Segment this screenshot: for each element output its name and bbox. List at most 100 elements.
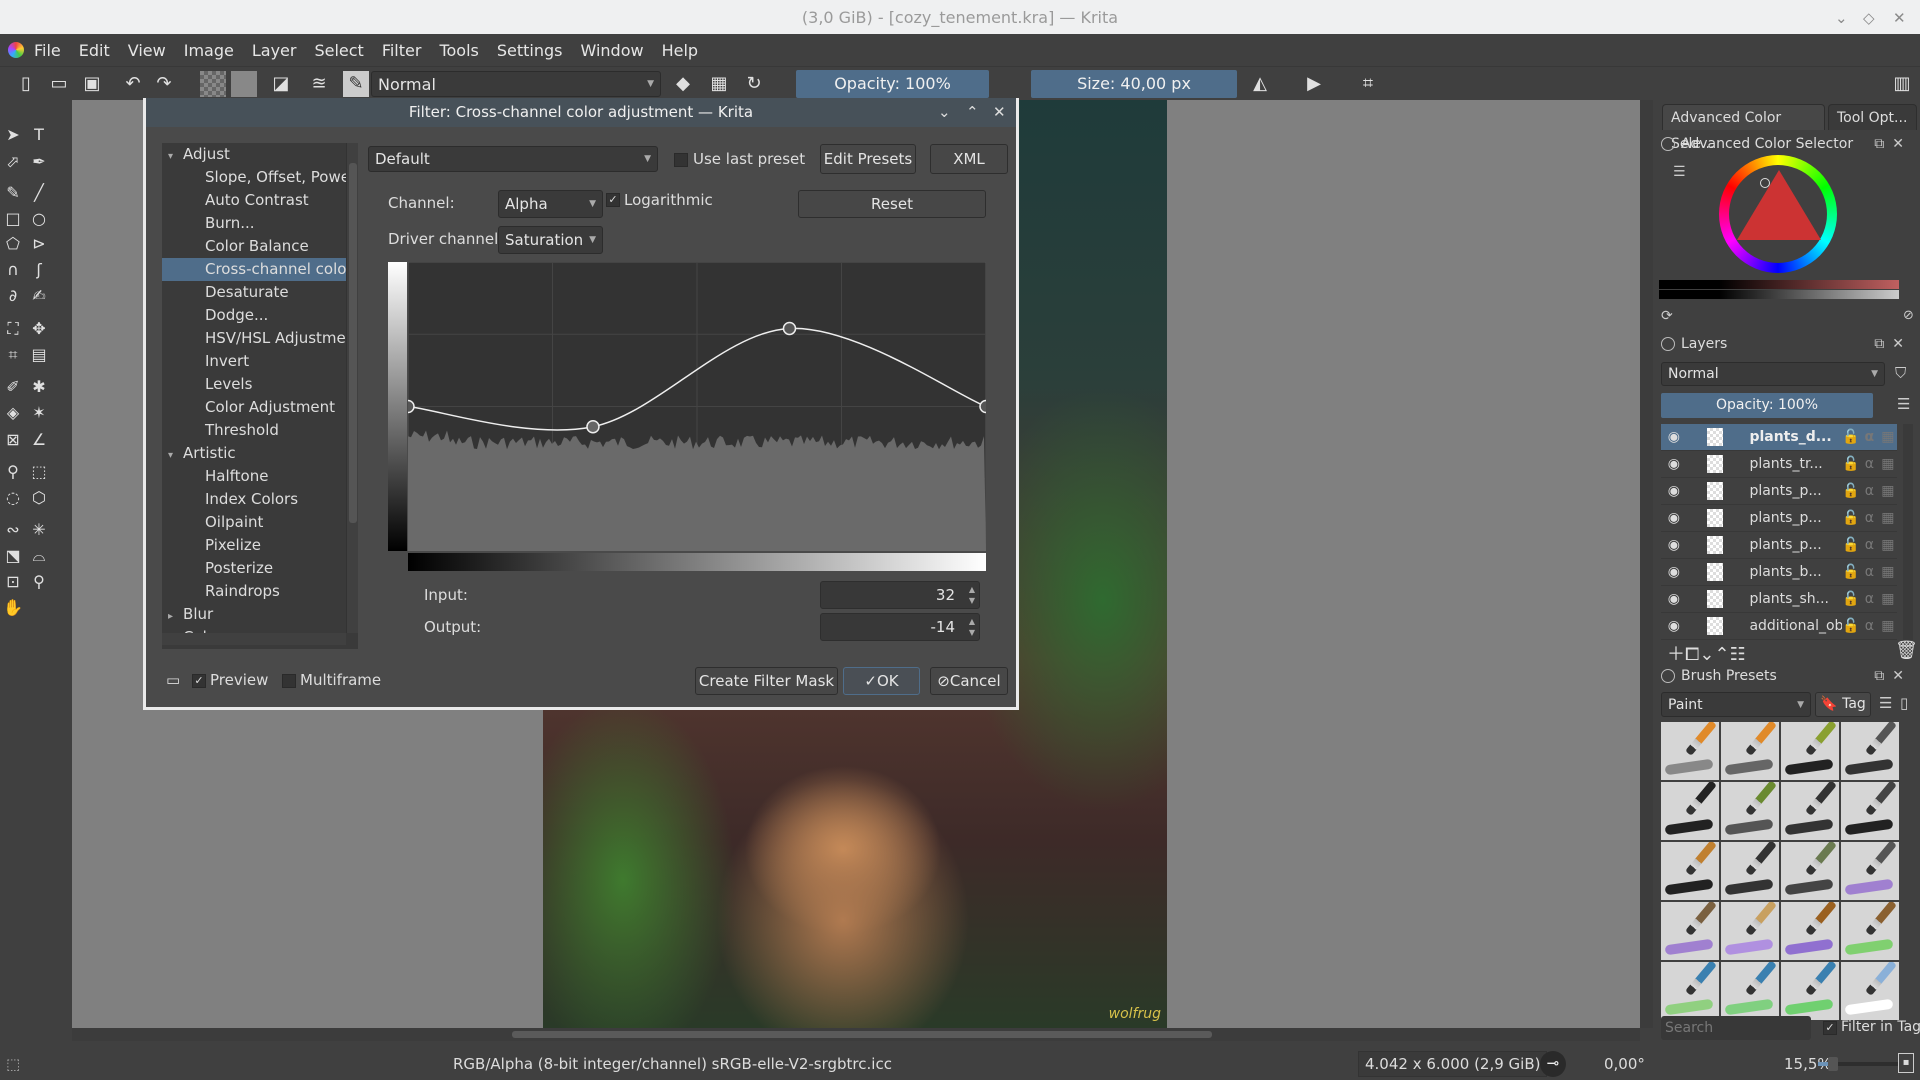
menu-filter[interactable]: Filter (382, 41, 422, 60)
inherit-alpha-icon[interactable]: ▦ (1879, 564, 1897, 580)
polygon-icon[interactable]: ⬠ (2, 233, 24, 255)
layer-row[interactable]: ◉ plants_d... 🔓 α ▦ (1661, 424, 1897, 451)
bezier-icon[interactable]: ∩ (2, 259, 24, 281)
brush-preset-tile[interactable] (1841, 902, 1899, 960)
preset-dropdown[interactable]: Default ▼ (368, 146, 658, 172)
alpha-lock-icon[interactable]: α (1860, 456, 1878, 472)
layer-row[interactable]: ◉ plants_tr... 🔓 α ▦ (1661, 451, 1897, 478)
lock-icon[interactable] (1661, 137, 1675, 151)
reset-button[interactable]: Reset (798, 190, 986, 218)
tree-item[interactable]: Slope, Offset, Power (162, 166, 346, 189)
ok-button[interactable]: ✓OK (843, 667, 920, 695)
tab-tool-options[interactable]: Tool Opt... (1828, 104, 1917, 130)
brush-preset-tile[interactable] (1661, 782, 1719, 840)
lock-layer-icon[interactable]: 🔓 (1842, 429, 1860, 445)
edit-shapes-icon[interactable]: ⬀ (2, 151, 24, 173)
alpha-lock-icon[interactable]: α (1860, 564, 1878, 580)
tree-item[interactable]: Threshold (162, 419, 346, 442)
float-close-icons[interactable]: ⧉✕ (1874, 668, 1912, 684)
tree-item[interactable]: Posterize (162, 557, 346, 580)
float-close-icons[interactable]: ⧉✕ (1874, 136, 1912, 152)
reference-image-icon[interactable]: ⚲ (2, 461, 24, 483)
tree-item[interactable]: Auto Contrast (162, 189, 346, 212)
toggle-dockers-icon[interactable]: ▥ (1889, 71, 1915, 97)
curve-control-point[interactable] (979, 399, 986, 414)
gradient-icon[interactable]: ▤ (28, 344, 50, 366)
pattern-icon[interactable] (200, 71, 226, 97)
rotation-dial-icon[interactable]: ⊸ (1540, 1051, 1566, 1077)
menu-settings[interactable]: Settings (497, 41, 563, 60)
brush-search-input[interactable]: Search (1661, 1016, 1811, 1040)
freehand-path-icon[interactable]: ʃ (28, 259, 50, 281)
tree-item[interactable]: Color Adjustment (162, 396, 346, 419)
visibility-eye-icon[interactable]: ◉ (1661, 618, 1687, 634)
tree-item[interactable]: Invert (162, 350, 346, 373)
maximize-icon[interactable]: ⌃ (966, 98, 979, 127)
tree-item[interactable]: Cross-channel color adjustment (162, 258, 346, 281)
curve-editor[interactable] (408, 262, 986, 551)
move-down-icon[interactable]: ⌄ (1699, 644, 1714, 665)
mirror-vertical-icon[interactable]: ▶ (1301, 71, 1327, 97)
colorize-mask-icon[interactable]: ✶ (28, 402, 50, 424)
brush-preset-tile[interactable] (1841, 962, 1899, 1020)
canvas-only-icon[interactable]: ▪ (1898, 1053, 1914, 1073)
calligraphy-icon[interactable]: ✒ (28, 151, 50, 173)
brush-preset-tile[interactable] (1721, 782, 1779, 840)
lock-layer-icon[interactable]: 🔓 (1842, 618, 1860, 634)
brush-preset-tile[interactable] (1721, 962, 1779, 1020)
expand-arrow-icon[interactable]: ▾ (168, 450, 173, 461)
visibility-eye-icon[interactable]: ◉ (1661, 564, 1687, 580)
duplicate-layer-icon[interactable]: ⧠ (1685, 644, 1699, 665)
minimize-icon[interactable]: ⌄ (1835, 0, 1848, 36)
brush-preset-tile[interactable] (1721, 842, 1779, 900)
blend-mode-dropdown[interactable]: Normal ▼ (371, 71, 661, 97)
inherit-alpha-icon[interactable]: ▦ (1879, 618, 1897, 634)
visibility-eye-icon[interactable]: ◉ (1661, 483, 1687, 499)
zoom-slider-handle[interactable] (1828, 1057, 1838, 1071)
xml-button[interactable]: XML (930, 144, 1008, 174)
redo-icon[interactable]: ↷ (151, 71, 177, 97)
zoom-slider[interactable] (1818, 1057, 1898, 1071)
inherit-alpha-icon[interactable]: ▦ (1879, 456, 1897, 472)
reload-preset-icon[interactable]: ↻ (741, 71, 767, 97)
alpha-lock-icon[interactable]: α (1860, 429, 1878, 445)
alpha-lock-icon[interactable]: α (1860, 591, 1878, 607)
logarithmic-checkbox[interactable]: ✓ (606, 193, 620, 207)
color-picker-icon[interactable]: ✐ (2, 376, 24, 398)
inherit-alpha-icon[interactable]: ▦ (1879, 591, 1897, 607)
layer-row[interactable]: ◉ plants_p... 🔓 α ▦ (1661, 532, 1897, 559)
scrollbar-thumb[interactable] (512, 1031, 1212, 1038)
view-mode-icon[interactable]: ☰ (1879, 694, 1892, 712)
preview-toggle-icon[interactable]: ▭ (166, 671, 180, 689)
filter-tree-hscrollbar[interactable] (162, 633, 346, 645)
scrollbar-thumb[interactable] (349, 163, 357, 523)
tree-item[interactable]: Raindrops (162, 580, 346, 603)
menu-tools[interactable]: Tools (439, 41, 478, 60)
menu-file[interactable]: File (34, 41, 61, 60)
minimize-icon[interactable]: ⌄ (938, 98, 951, 127)
create-filter-mask-button[interactable]: Create Filter Mask (695, 667, 838, 695)
selector-settings-icon[interactable]: ☰ (1673, 164, 1686, 180)
rect-select-icon[interactable]: ⬚ (28, 461, 50, 483)
dynamic-brush-icon[interactable]: ∂ (2, 285, 24, 307)
brush-preset-tile[interactable] (1781, 902, 1839, 960)
refresh-icon[interactable]: ⟳ (1661, 308, 1673, 324)
tree-item[interactable]: Levels (162, 373, 346, 396)
layer-opacity-slider[interactable]: Opacity: 100% (1661, 393, 1873, 418)
inherit-alpha-icon[interactable]: ▦ (1879, 483, 1897, 499)
brush-preset-tile[interactable] (1781, 722, 1839, 780)
eraser-icon[interactable]: ◆ (670, 71, 696, 97)
alpha-lock-icon[interactable]: α (1860, 618, 1878, 634)
import-icon[interactable]: ▯ (1900, 694, 1908, 712)
similar-select-icon[interactable]: ⬔ (2, 545, 24, 567)
no-color-icon[interactable]: ⊘ (1903, 308, 1914, 323)
brush-preset-tile[interactable] (1781, 842, 1839, 900)
menu-edit[interactable]: Edit (79, 41, 110, 60)
brush-preset-icon[interactable]: ✎ (343, 71, 369, 97)
output-spinbox[interactable]: -14 ▲ ▼ (820, 613, 980, 641)
cancel-button[interactable]: ⊘Cancel (930, 667, 1008, 695)
filter-in-tag-checkbox[interactable]: ✓ (1823, 1021, 1837, 1035)
multiframe-checkbox[interactable] (282, 674, 296, 688)
lock-layer-icon[interactable]: 🔓 (1842, 591, 1860, 607)
expand-arrow-icon[interactable]: ▾ (168, 151, 173, 162)
